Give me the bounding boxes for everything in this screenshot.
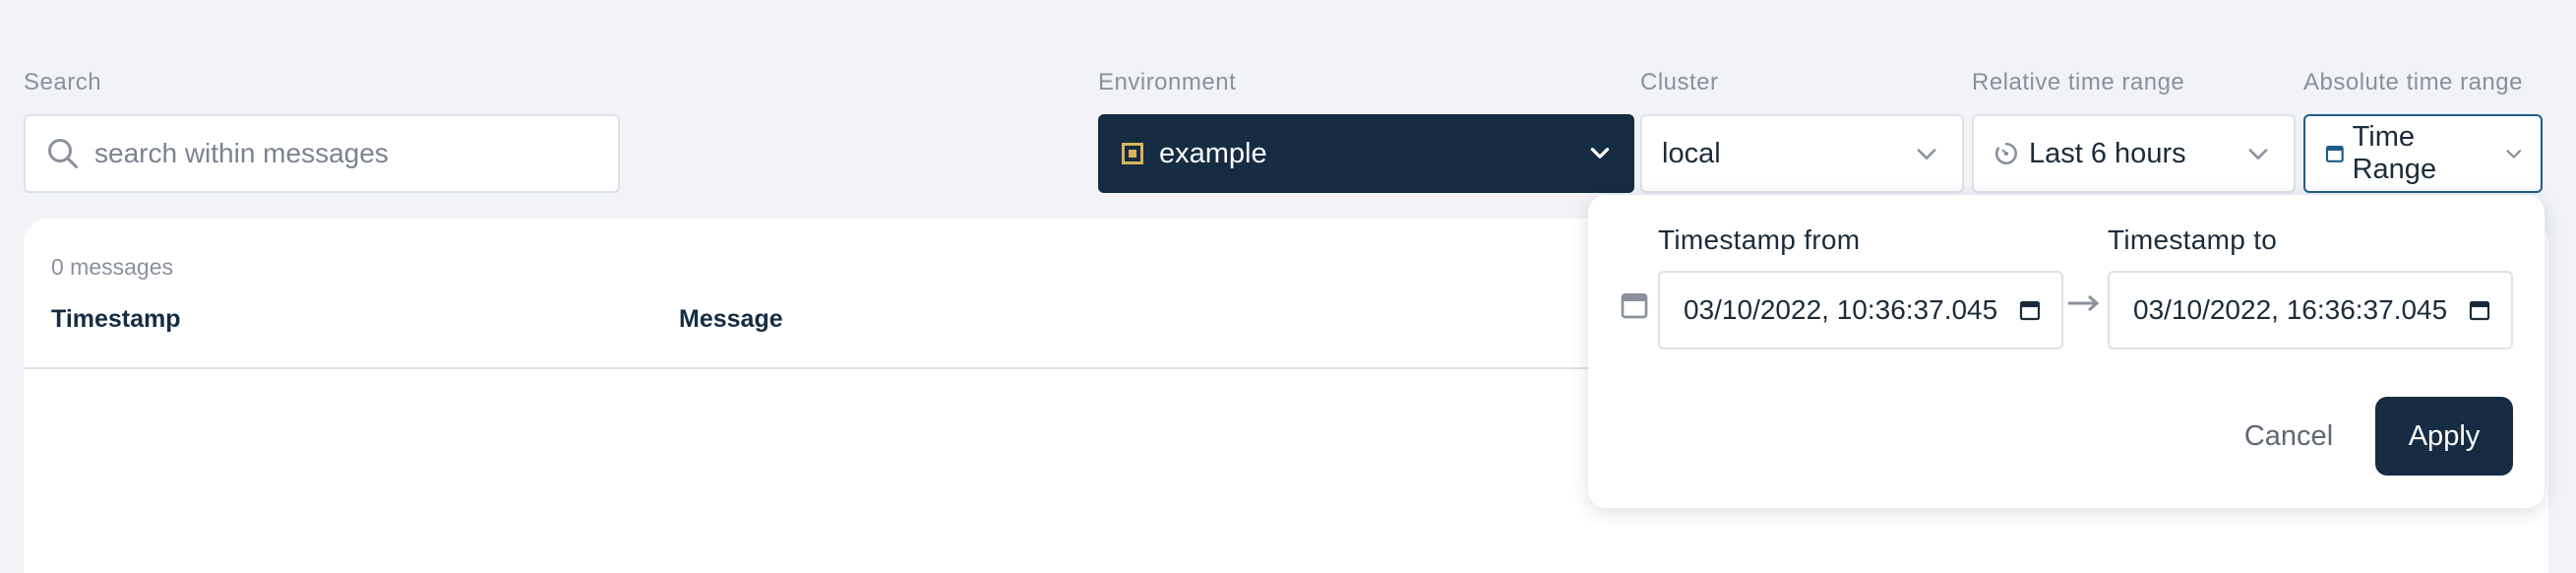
chevron-down-icon (2248, 149, 2268, 159)
calendar-icon (2325, 146, 2344, 162)
absolute-time-value: Time Range (2352, 121, 2437, 185)
chevron-down-icon (1590, 148, 1610, 159)
chevron-down-icon (1917, 149, 1936, 159)
search-input[interactable] (92, 137, 608, 170)
environment-icon (1122, 143, 1143, 164)
timestamp-from-input[interactable]: 03/10/2022, 10:36:37.045 (1658, 271, 2063, 350)
apply-button[interactable]: Apply (2375, 397, 2513, 476)
column-header-timestamp[interactable]: Timestamp (51, 305, 181, 334)
timestamp-to-label: Timestamp to (2108, 224, 2278, 255)
absolute-time-select[interactable]: Time Range (2303, 114, 2543, 193)
calendar-picker-icon[interactable] (2468, 298, 2491, 322)
calendar-picker-icon[interactable] (2018, 298, 2042, 322)
timestamp-from-label: Timestamp from (1658, 224, 1861, 255)
timestamp-to-value: 03/10/2022, 16:36:37.045 (2133, 294, 2448, 325)
cluster-label: Cluster (1640, 69, 1719, 96)
relative-time-value: Last 6 hours (2029, 137, 2186, 169)
timestamp-from-value: 03/10/2022, 10:36:37.045 (1684, 294, 1998, 325)
absolute-time-label: Absolute time range (2303, 69, 2523, 96)
arrow-right-icon (2068, 294, 2100, 312)
chevron-down-icon (2506, 150, 2522, 159)
table-header-divider (24, 367, 1637, 369)
column-header-message[interactable]: Message (679, 305, 783, 334)
search-label: Search (24, 69, 102, 96)
message-count: 0 messages (51, 254, 174, 280)
timestamp-to-input[interactable]: 03/10/2022, 16:36:37.045 (2108, 271, 2513, 350)
environment-select[interactable]: example (1098, 114, 1634, 193)
search-icon (48, 139, 78, 168)
cluster-value: local (1662, 137, 1721, 169)
cluster-select[interactable]: local (1640, 114, 1964, 193)
environment-value: example (1159, 137, 1267, 169)
clock-history-icon (1994, 142, 2018, 165)
cancel-button[interactable]: Cancel (2210, 397, 2367, 476)
relative-time-label: Relative time range (1972, 69, 2185, 96)
search-box[interactable] (24, 114, 620, 193)
relative-time-select[interactable]: Last 6 hours (1972, 114, 2296, 193)
environment-label: Environment (1098, 69, 1237, 96)
calendar-icon (1621, 293, 1648, 319)
